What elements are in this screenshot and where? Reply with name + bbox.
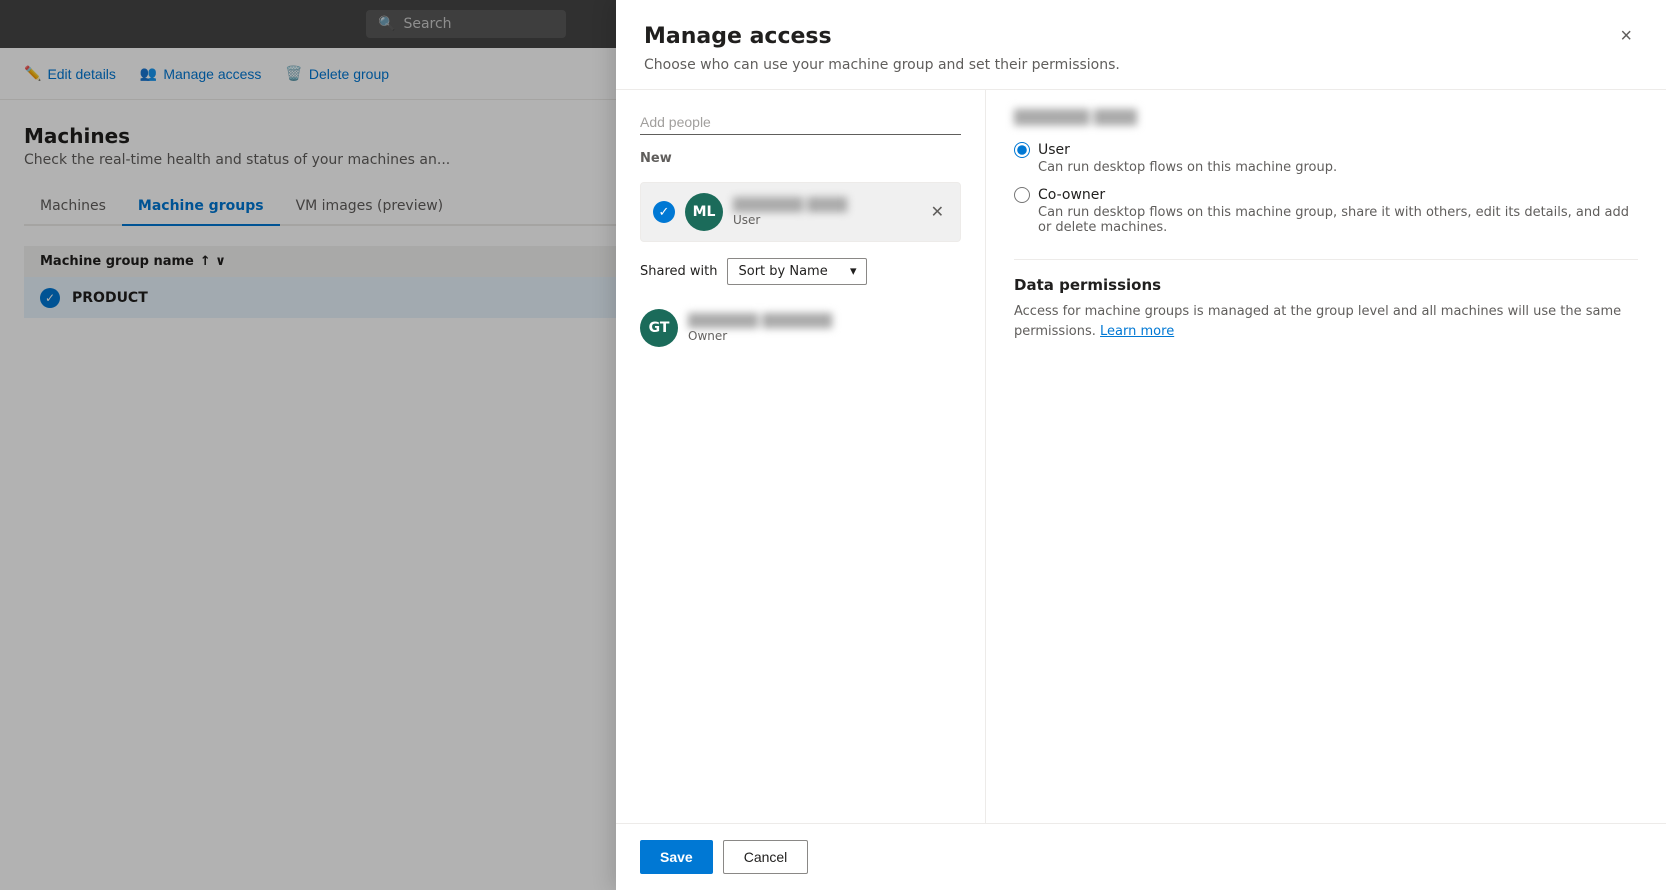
learn-more-link[interactable]: Learn more (1100, 324, 1174, 339)
user-ml-role: User (733, 213, 917, 227)
modal-title: Manage access (644, 24, 832, 49)
role-radio-group: User Can run desktop flows on this machi… (1014, 142, 1638, 235)
selected-person-name: ███████ ████ (1014, 110, 1638, 126)
sort-by-dropdown[interactable]: Sort by Name ▾ (727, 258, 867, 285)
user-ml-avatar: ML (685, 193, 723, 231)
user-card-check: ✓ (653, 201, 675, 223)
user-role-desc: Can run desktop flows on this machine gr… (1038, 160, 1638, 175)
right-panel: ███████ ████ User Can run desktop flows … (986, 90, 1666, 823)
modal-header: Manage access × Choose who can use your … (616, 0, 1666, 90)
user-role-radio[interactable] (1014, 142, 1030, 158)
user-role-label-row: User (1014, 142, 1638, 158)
user-role-item: User Can run desktop flows on this machi… (1014, 142, 1638, 175)
add-people-input[interactable] (640, 110, 961, 135)
data-permissions-title: Data permissions (1014, 276, 1638, 294)
dropdown-chevron-icon: ▾ (850, 264, 857, 279)
user-role-label: User (1038, 142, 1070, 158)
shared-with-row: Shared with Sort by Name ▾ (640, 258, 961, 285)
coowner-role-desc: Can run desktop flows on this machine gr… (1038, 205, 1638, 235)
cancel-button[interactable]: Cancel (723, 840, 809, 874)
shared-with-label: Shared with (640, 264, 717, 279)
user-gt-info: ███████ ███████ Owner (688, 314, 961, 343)
new-section-label: New (640, 151, 961, 166)
new-user-card[interactable]: ✓ ML ███████ ████ User ✕ (640, 182, 961, 242)
left-panel: New ✓ ML ███████ ████ User ✕ Shared with… (616, 90, 986, 823)
modal-title-row: Manage access × (644, 24, 1638, 49)
user-ml-info: ███████ ████ User (733, 198, 917, 227)
modal-subtitle: Choose who can use your machine group an… (644, 57, 1638, 73)
modal-close-button[interactable]: × (1614, 24, 1638, 48)
modal-body: New ✓ ML ███████ ████ User ✕ Shared with… (616, 90, 1666, 823)
remove-user-ml-button[interactable]: ✕ (927, 202, 948, 222)
coowner-role-label-row: Co-owner (1014, 187, 1638, 203)
coowner-role-label: Co-owner (1038, 187, 1105, 203)
divider (1014, 259, 1638, 260)
save-button[interactable]: Save (640, 840, 713, 874)
manage-access-modal: Manage access × Choose who can use your … (616, 0, 1666, 890)
user-gt-name: ███████ ███████ (688, 314, 961, 329)
user-gt-role: Owner (688, 329, 961, 343)
modal-footer: Save Cancel (616, 823, 1666, 890)
coowner-role-radio[interactable] (1014, 187, 1030, 203)
owner-row: GT ███████ ███████ Owner (640, 301, 961, 355)
user-ml-name: ███████ ████ (733, 198, 917, 213)
user-gt-avatar: GT (640, 309, 678, 347)
coowner-role-item: Co-owner Can run desktop flows on this m… (1014, 187, 1638, 235)
data-permissions-desc: Access for machine groups is managed at … (1014, 302, 1638, 341)
